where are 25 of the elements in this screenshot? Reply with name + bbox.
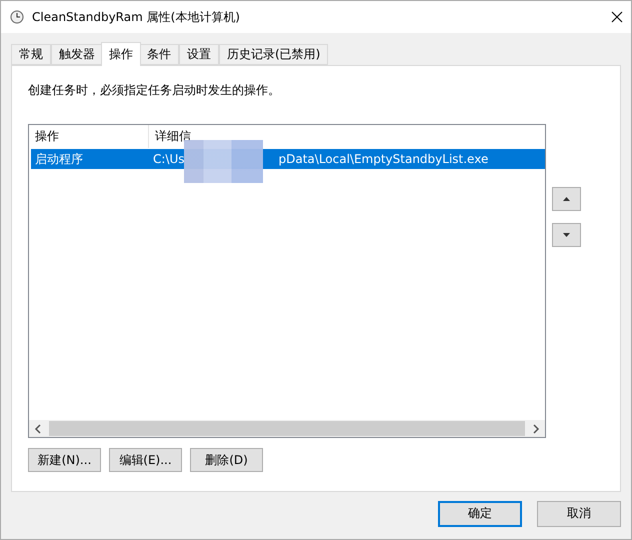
tab[interactable]: 触发器 (51, 44, 103, 65)
dialog-button[interactable]: 确定 (438, 500, 522, 526)
column-header[interactable]: 详细信 (149, 125, 539, 148)
dialog-button[interactable]: 取消 (537, 500, 621, 526)
tab[interactable]: 条件 (139, 44, 179, 65)
tab[interactable]: 操作 (101, 42, 141, 66)
action-button[interactable]: 编辑(E)... (109, 448, 182, 472)
instruction-text: 创建任务时，必须指定任务启动时发生的操作。 (28, 82, 281, 99)
action-button[interactable]: 新建(N)... (28, 448, 101, 472)
horizontal-scrollbar[interactable] (29, 420, 545, 437)
table-cell-text: 启动程序 (34, 150, 84, 168)
move-up-button[interactable] (552, 187, 581, 211)
column-header[interactable]: 操作 (29, 125, 149, 148)
window-title: CleanStandbyRam 属性(本地计算机) (32, 8, 241, 26)
tab[interactable]: 设置 (179, 44, 219, 65)
close-icon[interactable] (611, 11, 623, 23)
clock-icon (10, 10, 24, 24)
action-button[interactable]: 删除(D) (190, 448, 263, 472)
path-text: C:\Us (153, 152, 184, 166)
tab[interactable]: 历史记录(已禁用) (219, 44, 328, 65)
path-text: pData\Local\EmptyStandbyList.exe (278, 152, 488, 166)
up-triangle-icon (563, 197, 570, 201)
move-down-button[interactable] (552, 223, 581, 247)
down-triangle-icon (563, 233, 570, 237)
tab[interactable]: 常规 (11, 44, 51, 65)
